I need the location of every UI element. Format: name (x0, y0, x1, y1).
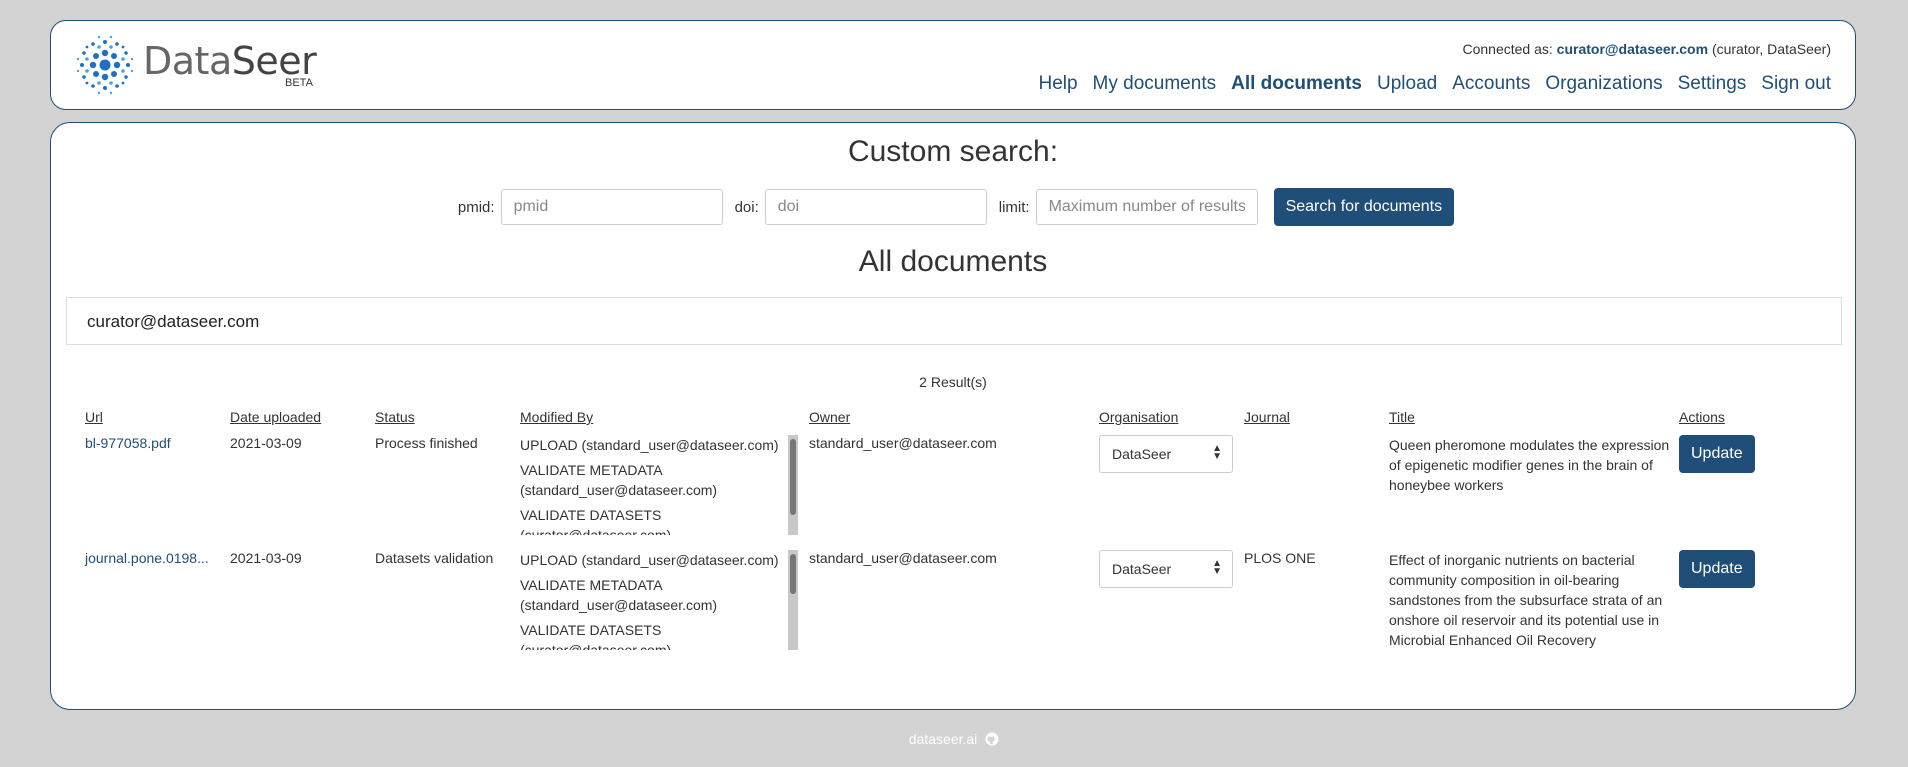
column-header-actions: Actions (1679, 409, 1725, 425)
organisation-select[interactable]: DataSeer ▲ ▼ (1099, 435, 1233, 473)
dataseer-logo[interactable]: DataSeer BETA (73, 33, 373, 103)
table-row: journal.pone.0198... 2021-03-09 Datasets… (85, 550, 1779, 665)
update-button[interactable]: Update (1679, 435, 1755, 473)
modified-by-list[interactable]: UPLOAD (standard_user@dataseer.com) VALI… (520, 435, 800, 535)
column-header-status[interactable]: Status (375, 401, 520, 435)
journal (1244, 435, 1389, 550)
column-header-organisation[interactable]: Organisation (1099, 401, 1244, 435)
nav-my-documents[interactable]: My documents (1093, 73, 1217, 95)
document-url-link[interactable]: journal.pone.0198... (85, 550, 209, 566)
journal: PLOS ONE (1244, 550, 1316, 566)
modified-by-entry: VALIDATE METADATA (standard_user@datasee… (520, 462, 718, 498)
current-user-role: (curator, DataSeer) (1711, 41, 1831, 57)
owner: standard_user@dataseer.com (809, 435, 997, 451)
current-user-email[interactable]: curator@dataseer.com (1557, 41, 1708, 57)
modified-by-entry: UPLOAD (standard_user@dataseer.com) (520, 437, 779, 453)
modified-by-list[interactable]: UPLOAD (standard_user@dataseer.com) VALI… (520, 550, 800, 650)
limit-input[interactable] (1035, 189, 1258, 225)
date-uploaded: 2021-03-09 (230, 550, 302, 566)
beta-badge: BETA (285, 77, 313, 89)
logo-wordmark-light: Data (143, 39, 232, 83)
doi-input[interactable] (764, 189, 987, 225)
nav-organizations[interactable]: Organizations (1545, 73, 1662, 95)
documents-table: Url Date uploaded Status Modified By Own… (85, 401, 1779, 665)
scrollbar-thumb[interactable] (790, 439, 796, 515)
pmid-label: pmid: (457, 198, 495, 216)
modified-by-entry: UPLOAD (standard_user@dataseer.com) (520, 552, 779, 568)
nav-upload[interactable]: Upload (1377, 73, 1437, 95)
search-form: pmid: doi: limit: Search for documents (51, 188, 1855, 226)
column-header-owner[interactable]: Owner (809, 401, 1099, 435)
status: Datasets validation (375, 550, 494, 566)
connected-as: Connected as: curator@dataseer.com (cura… (1462, 41, 1831, 57)
doi-label: doi: (734, 198, 759, 216)
modified-by-entry: VALIDATE METADATA (standard_user@datasee… (520, 577, 718, 613)
limit-label: limit: (998, 198, 1030, 216)
date-uploaded: 2021-03-09 (230, 435, 302, 451)
document-title: Queen pheromone modulates the expression… (1389, 437, 1670, 493)
modified-by-entry: VALIDATE DATASETS (curator@dataseer.com) (520, 507, 672, 535)
update-button[interactable]: Update (1679, 550, 1755, 588)
organisation-selected-value: DataSeer (1112, 561, 1172, 577)
connected-prefix: Connected as: (1462, 41, 1553, 57)
custom-search-title: Custom search: (847, 135, 1059, 168)
dataseer-logo-icon (76, 35, 134, 95)
nav-help[interactable]: Help (1038, 73, 1077, 95)
column-header-modified-by[interactable]: Modified By (520, 401, 809, 435)
column-header-title[interactable]: Title (1389, 401, 1679, 435)
table-header-row: Url Date uploaded Status Modified By Own… (85, 401, 1779, 435)
column-header-journal[interactable]: Journal (1244, 401, 1389, 435)
pmid-input[interactable] (500, 189, 723, 225)
scrollbar-thumb[interactable] (790, 554, 796, 594)
column-header-url[interactable]: Url (85, 401, 230, 435)
footer: dataseer.ai (0, 731, 1908, 747)
status: Process finished (375, 435, 478, 451)
nav-accounts[interactable]: Accounts (1452, 73, 1530, 95)
owner: standard_user@dataseer.com (809, 550, 997, 566)
all-documents-title: All documents (858, 245, 1048, 278)
nav-settings[interactable]: Settings (1678, 73, 1747, 95)
column-header-date-uploaded[interactable]: Date uploaded (230, 401, 375, 435)
document-title: Effect of inorganic nutrients on bacteri… (1389, 552, 1663, 648)
modified-by-entry: VALIDATE DATASETS (curator@dataseer.com) (520, 622, 672, 650)
modified-by-scrollbar[interactable] (788, 435, 798, 535)
footer-link[interactable]: dataseer.ai (909, 731, 978, 747)
select-arrows-icon: ▲ ▼ (1212, 443, 1222, 462)
document-url-link[interactable]: bl-977058.pdf (85, 435, 171, 451)
user-filter-box[interactable]: curator@dataseer.com (66, 297, 1842, 345)
organisation-selected-value: DataSeer (1112, 446, 1172, 462)
nav-all-documents[interactable]: All documents (1231, 73, 1362, 95)
organisation-select[interactable]: DataSeer ▲ ▼ (1099, 550, 1233, 588)
modified-by-scrollbar[interactable] (788, 550, 798, 650)
results-count: 2 Result(s) (919, 374, 987, 390)
search-documents-button[interactable]: Search for documents (1273, 188, 1455, 226)
table-row: bl-977058.pdf 2021-03-09 Process finishe… (85, 435, 1779, 550)
nav-sign-out[interactable]: Sign out (1761, 73, 1831, 95)
github-icon[interactable] (985, 732, 999, 746)
select-arrows-icon: ▲ ▼ (1212, 558, 1222, 577)
main-panel: Custom search: pmid: doi: limit: Search … (50, 122, 1856, 710)
main-nav: Help My documents All documents Upload A… (1038, 73, 1831, 95)
app-header: DataSeer BETA Connected as: curator@data… (50, 20, 1856, 110)
